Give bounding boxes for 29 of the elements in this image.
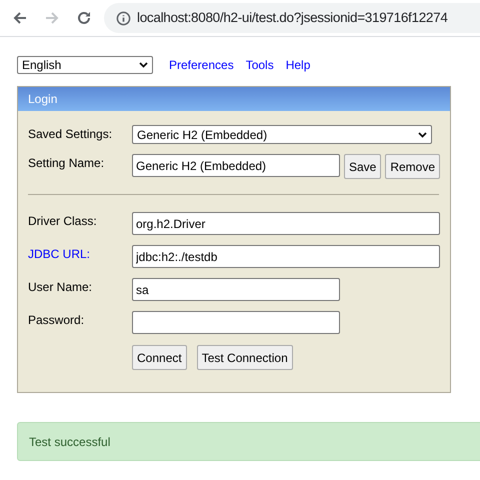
reload-icon[interactable] bbox=[76, 10, 92, 26]
language-select[interactable]: English bbox=[17, 56, 153, 74]
form-button[interactable]: Test Connection bbox=[196, 345, 293, 370]
field-label: User Name: bbox=[28, 279, 94, 296]
field-label: Password: bbox=[28, 312, 86, 329]
field-label: Driver Class: bbox=[28, 213, 98, 230]
panel-header: Login bbox=[18, 87, 450, 111]
form-button[interactable]: Remove bbox=[385, 154, 440, 179]
nav-link[interactable]: Help bbox=[286, 56, 310, 74]
dropdown-caret-icon bbox=[139, 62, 148, 68]
dropdown-caret-icon bbox=[418, 132, 427, 138]
input-field[interactable]: jdbc:h2:./testdb bbox=[132, 245, 440, 268]
input-field[interactable] bbox=[132, 311, 340, 334]
input-field[interactable]: org.h2.Driver bbox=[132, 212, 440, 235]
address-bar[interactable]: localhost:8080/h2-ui/test.do?jsessionid=319716f12274 bbox=[104, 3, 480, 33]
jdbc-url-link[interactable]: JDBC URL: bbox=[28, 245, 132, 263]
setting-name-field[interactable]: Generic H2 (Embedded) bbox=[132, 154, 340, 177]
nav-link[interactable]: Preferences bbox=[169, 56, 234, 74]
input-field[interactable]: sa bbox=[132, 278, 340, 301]
back-arrow-icon[interactable] bbox=[12, 10, 28, 26]
form-button[interactable]: Save bbox=[344, 154, 382, 179]
field-label: Setting Name: bbox=[28, 155, 106, 172]
saved-settings-select[interactable]: Generic H2 (Embedded) bbox=[132, 125, 432, 144]
nav-link[interactable]: Tools bbox=[246, 56, 274, 74]
field-label: Saved Settings: bbox=[28, 126, 114, 143]
url-text: localhost:8080/h2-ui/test.do?jsessionid=319716f12274 bbox=[137, 8, 448, 27]
info-icon[interactable] bbox=[116, 10, 131, 26]
success-message: Test successful bbox=[17, 422, 480, 461]
form-button[interactable]: Connect bbox=[132, 345, 187, 370]
